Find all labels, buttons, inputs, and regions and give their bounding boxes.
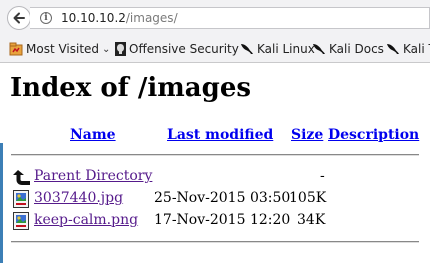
bookmark-kali-linux[interactable]: Kali Linux [240, 42, 315, 56]
bookmark-offensive-security[interactable]: Offensive Security [115, 42, 239, 56]
row-last-modified: 25-Nov-2015 03:50 [154, 190, 291, 206]
column-header-last-modified[interactable]: Last modified [167, 127, 273, 143]
parent-directory-link[interactable]: Parent Directory [34, 168, 152, 184]
file-link[interactable]: keep-calm.png [34, 212, 138, 228]
column-header-size[interactable]: Size [291, 127, 323, 143]
back-button[interactable] [7, 6, 31, 30]
bookmark-kali-docs[interactable]: Kali Docs [312, 42, 384, 56]
row-last-modified: 17-Nov-2015 12:20 [154, 212, 291, 228]
page-title: Index of /images [10, 73, 252, 103]
row-size: 34K [297, 212, 326, 228]
bookmark-label: Kali T [403, 42, 430, 56]
header-divider [11, 154, 419, 156]
row-size: - [320, 168, 325, 184]
footer-divider [11, 241, 419, 243]
most-visited-icon [9, 42, 23, 56]
image-file-icon [13, 190, 29, 208]
url-host: 10.10.10.2 [61, 11, 126, 25]
bookmark-label: Most Visited [26, 42, 100, 56]
site-info-icon[interactable]: i [40, 12, 52, 24]
parent-directory-icon [13, 170, 30, 185]
kali-dragon-icon [313, 44, 325, 54]
back-arrow-icon [13, 12, 25, 24]
bookmark-label: Kali Docs [329, 42, 384, 56]
kali-dragon-icon [387, 44, 399, 54]
navigation-toolbar: i 10.10.10.2/images/ [0, 0, 430, 37]
url-field[interactable]: i 10.10.10.2/images/ [30, 7, 430, 29]
bookmark-kali-tools[interactable]: Kali T [386, 42, 430, 56]
kali-dragon-icon [241, 44, 253, 54]
bookmark-label: Kali Linux [257, 42, 315, 56]
column-header-name[interactable]: Name [70, 127, 116, 143]
chevron-down-icon: ⌄ [102, 43, 111, 55]
url-text[interactable]: 10.10.10.2/images/ [61, 11, 178, 25]
directory-listing-page: Index of /images Name Last modified Size… [0, 63, 430, 263]
row-size: 105K [289, 190, 327, 206]
file-link[interactable]: 3037440.jpg [34, 190, 123, 206]
bookmark-most-visited[interactable]: Most Visited ⌄ [9, 42, 110, 56]
column-header-description[interactable]: Description [328, 127, 419, 143]
side-scrollbar[interactable] [0, 143, 3, 263]
offensive-security-icon [115, 42, 126, 56]
url-path: /images/ [125, 11, 178, 25]
bookmarks-toolbar: Most Visited ⌄ Offensive Security Kali L… [0, 37, 430, 63]
image-file-icon [13, 212, 29, 230]
bookmark-label: Offensive Security [129, 42, 239, 56]
